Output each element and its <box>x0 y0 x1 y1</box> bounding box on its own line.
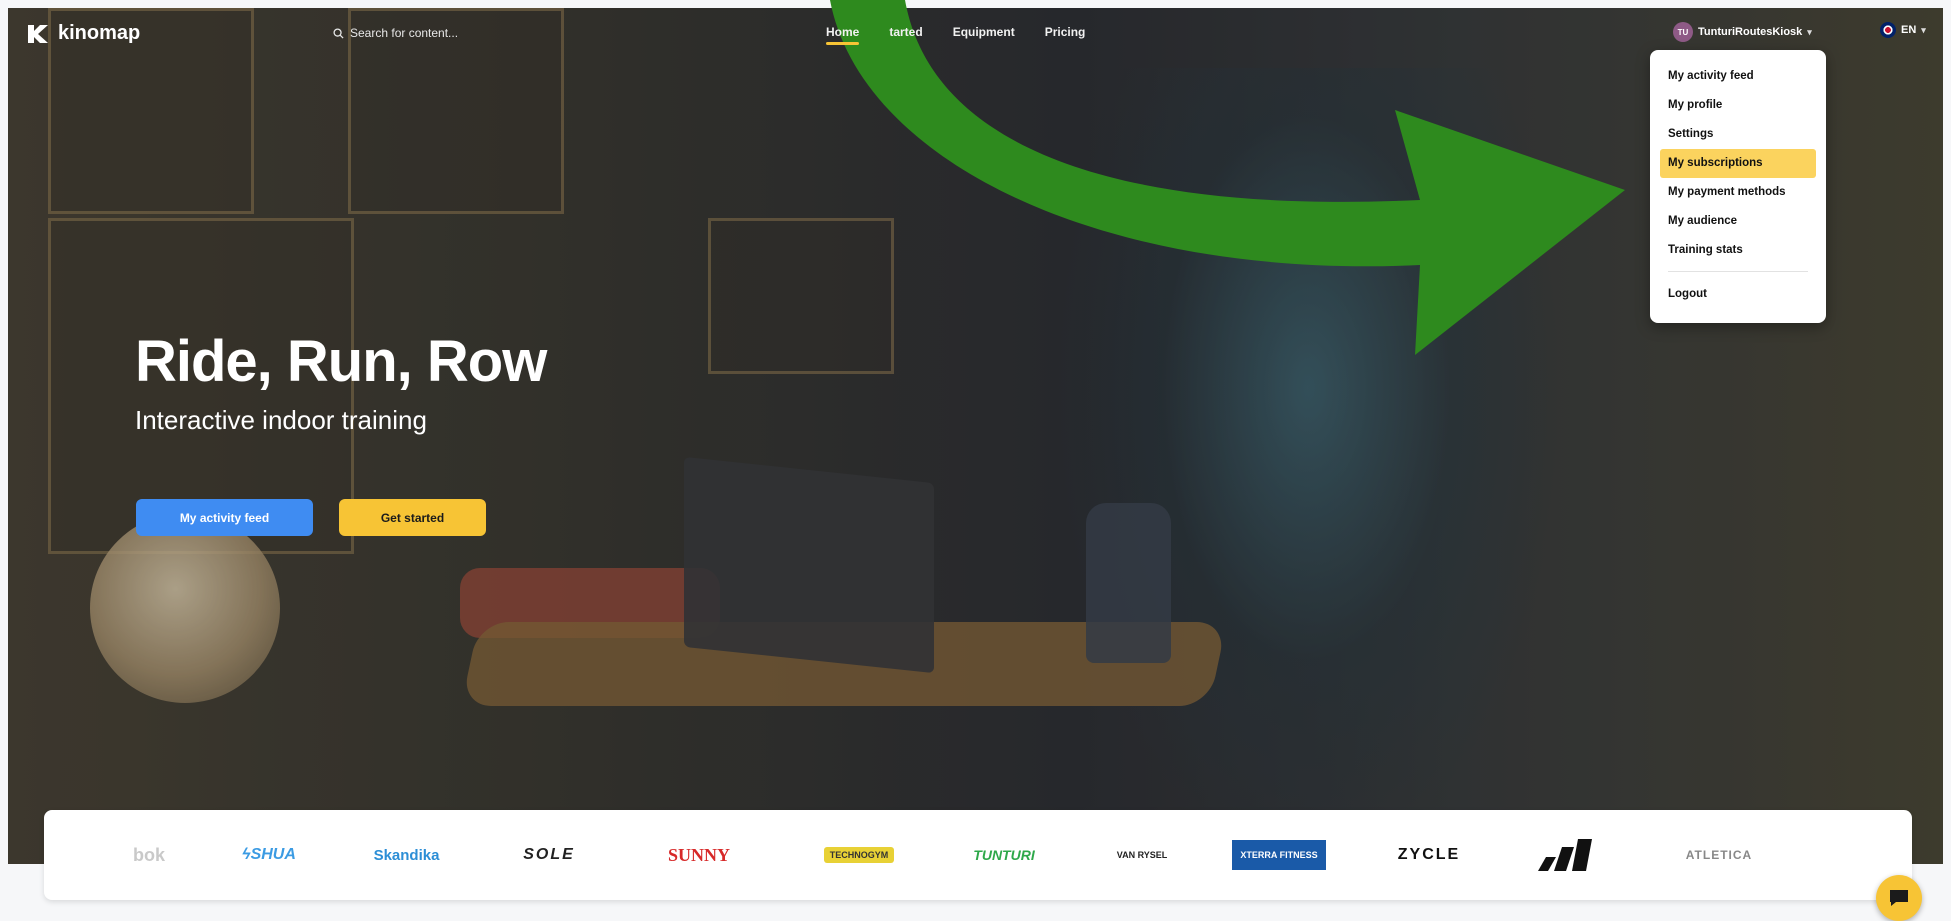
brand-name-technogym: TECHNOGYM <box>823 847 895 863</box>
menu-item-profile[interactable]: My profile <box>1660 91 1816 120</box>
menu-item-audience[interactable]: My audience <box>1660 207 1816 236</box>
kinomap-logo-icon <box>28 24 48 43</box>
language-code: EN <box>1901 24 1917 36</box>
brand-logo-technogym: TECHNOGYM <box>799 810 919 900</box>
nav-get-started[interactable]: tarted <box>889 25 922 39</box>
user-menu-toggle[interactable]: TU TunturiRoutesKiosk ▾ <box>1673 22 1812 42</box>
menu-item-activity-feed[interactable]: My activity feed <box>1660 62 1816 91</box>
language-selector[interactable]: EN ▾ <box>1880 22 1926 38</box>
hero-text: Ride, Run, Row Interactive indoor traini… <box>135 328 547 436</box>
chat-button[interactable] <box>1876 875 1922 921</box>
brand-logo-zycle: ZYCLE <box>1397 846 1461 863</box>
search-placeholder: Search for content... <box>350 26 459 40</box>
logo[interactable]: kinomap <box>26 22 140 45</box>
brand-logo-sunny: SUNNY <box>667 844 730 865</box>
user-name: TunturiRoutesKiosk <box>1698 26 1803 38</box>
user-dropdown-menu: My activity feed My profile Settings My … <box>1650 50 1826 323</box>
menu-item-training-stats[interactable]: Training stats <box>1660 236 1816 265</box>
brand-logo-adidas <box>1519 810 1609 900</box>
brand-logo-reebok: bok <box>132 844 165 865</box>
get-started-button[interactable]: Get started <box>339 499 486 536</box>
chevron-down-icon: ▾ <box>1921 24 1926 35</box>
chevron-down-icon: ▾ <box>1807 26 1812 37</box>
uk-flag-icon <box>1880 22 1896 38</box>
brand-logo-tunturi: TUNTURI <box>973 847 1035 863</box>
menu-item-subscriptions[interactable]: My subscriptions <box>1660 149 1816 178</box>
brand-logo-xterra: XTERRA FITNESS <box>1229 810 1329 900</box>
menu-item-logout[interactable]: Logout <box>1660 280 1816 309</box>
nav-home[interactable]: Home <box>826 25 860 45</box>
brand-name-shua: SHUA <box>250 846 296 863</box>
bolt-icon: ϟ <box>242 846 251 863</box>
nav-pricing[interactable]: Pricing <box>1045 25 1086 39</box>
brand-logo-atletica: ATLETICA <box>1685 848 1753 862</box>
brand-logo-skandika: Skandika <box>373 846 440 864</box>
main-nav: Home tarted Equipment Pricing <box>826 25 1086 45</box>
brand-logos-strip: bok ϟ SHUA Skandika SOLE SUNNY TECHNOGYM … <box>44 810 1912 900</box>
avatar: TU <box>1673 22 1693 42</box>
activity-feed-button[interactable]: My activity feed <box>136 499 313 536</box>
logo-text: kinomap <box>58 22 141 44</box>
hero-headline: Ride, Run, Row <box>135 329 547 394</box>
hero-subtitle: Interactive indoor training <box>135 405 427 435</box>
brand-name-xterra: XTERRA FITNESS <box>1232 840 1326 870</box>
brand-logo-van-rysel: VAN RYSEL <box>1116 850 1168 860</box>
brand-logo-sole: SOLE <box>523 846 575 863</box>
brand-logo-shua: ϟ SHUA <box>214 810 324 900</box>
menu-item-settings[interactable]: Settings <box>1660 120 1816 149</box>
search-icon <box>333 27 344 39</box>
menu-divider <box>1668 271 1808 272</box>
nav-equipment[interactable]: Equipment <box>953 25 1015 39</box>
search-input[interactable]: Search for content... <box>333 26 458 40</box>
adidas-logo-icon <box>1538 839 1592 871</box>
chat-bubble-icon <box>1890 890 1908 906</box>
menu-item-payment-methods[interactable]: My payment methods <box>1660 178 1816 207</box>
